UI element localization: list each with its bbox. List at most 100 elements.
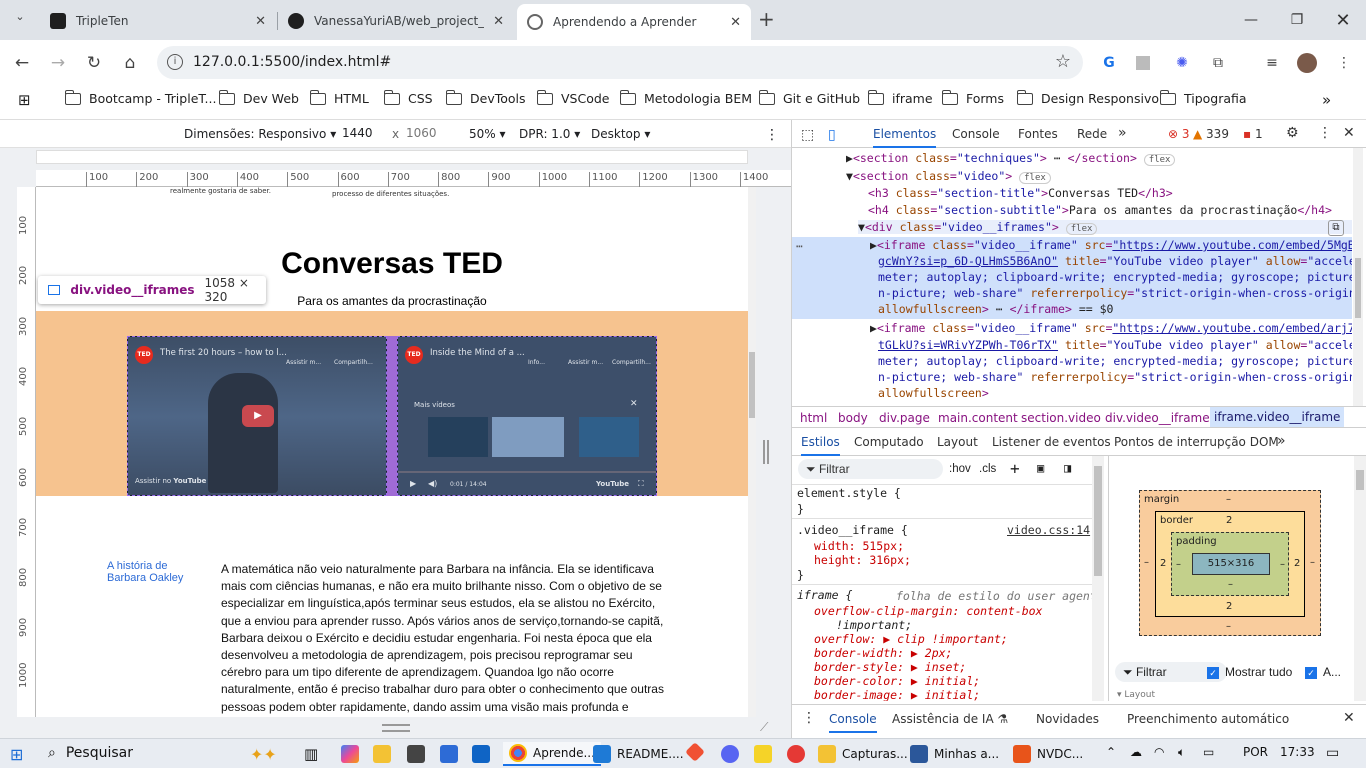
suggested-video-thumb[interactable] bbox=[579, 417, 639, 457]
rule-source-link[interactable]: video.css:14 bbox=[1007, 523, 1090, 537]
tab-rede[interactable]: Rede bbox=[1077, 127, 1107, 141]
extension-icon[interactable] bbox=[1136, 56, 1150, 70]
warnings-badge[interactable]: ▲ 339 bbox=[1193, 127, 1229, 141]
selected-node[interactable]: ⋯ ▶<iframe class="video__iframe" src="ht… bbox=[792, 237, 1352, 319]
bookmark-item[interactable]: Git e GitHub bbox=[758, 89, 860, 106]
width-input[interactable]: 1440 bbox=[338, 125, 388, 143]
taskbar-chrome[interactable]: Aprende... bbox=[503, 742, 601, 766]
taskbar-nvdc[interactable]: NVDC... bbox=[1013, 745, 1083, 763]
windows-start-icon[interactable]: ⊞ bbox=[10, 745, 23, 764]
taskbar-vscode[interactable]: README.... bbox=[593, 745, 684, 763]
close-drawer-icon[interactable]: ✕ bbox=[1343, 710, 1355, 726]
style-prop[interactable]: height: 316px; bbox=[814, 553, 911, 567]
tab-search-icon[interactable]: ⌄ bbox=[8, 10, 32, 30]
sticky-icon[interactable] bbox=[754, 745, 778, 763]
notifications-icon[interactable]: ▭ bbox=[1326, 745, 1339, 761]
close-window-icon[interactable]: ✕ bbox=[1320, 6, 1366, 34]
menu-icon[interactable]: ⋮ bbox=[1334, 53, 1354, 73]
computed-scrollbar[interactable] bbox=[1354, 456, 1366, 701]
zoom-select[interactable]: 50% ▾ bbox=[469, 127, 506, 141]
video-title[interactable]: The first 20 hours – how to l... bbox=[160, 348, 287, 358]
media-icon[interactable]: ≡ bbox=[1262, 53, 1282, 73]
height-input[interactable]: 1060 bbox=[402, 125, 450, 143]
tab-layout[interactable]: Layout bbox=[937, 435, 978, 449]
url-text[interactable]: 127.0.0.1:5500/index.html# bbox=[193, 54, 391, 70]
minimize-icon[interactable]: — bbox=[1228, 6, 1274, 34]
site-info-icon[interactable]: i bbox=[167, 54, 183, 70]
video-iframe-1[interactable]: TED The first 20 hours – how to l... Ass… bbox=[127, 336, 387, 496]
volume-icon[interactable]: ◀) bbox=[428, 479, 437, 488]
avatar[interactable] bbox=[1297, 53, 1317, 73]
cls-toggle[interactable]: .cls bbox=[979, 463, 996, 475]
bookmark-item[interactable]: Dev Web bbox=[218, 89, 299, 106]
apps-grid-icon[interactable]: ⊞ bbox=[18, 91, 31, 109]
bookmark-item[interactable]: iframe bbox=[867, 89, 933, 106]
language-indicator[interactable]: POR bbox=[1243, 745, 1268, 759]
restore-icon[interactable]: ❐ bbox=[1274, 6, 1320, 34]
group-checkbox[interactable]: ✓ A... bbox=[1305, 665, 1341, 679]
dom-node[interactable]: ▶<iframe class="video__iframe" src="http… bbox=[870, 321, 1352, 335]
extensions-puzzle-icon[interactable]: ⧉ bbox=[1208, 53, 1228, 73]
styles-filter-input[interactable]: ⏷ Filtrar bbox=[798, 459, 943, 479]
battery-icon[interactable]: ▭ bbox=[1203, 745, 1214, 759]
bookmark-item[interactable]: VSCode bbox=[536, 89, 610, 106]
add-rule-icon[interactable]: + bbox=[1010, 459, 1020, 478]
breadcrumb-item[interactable]: main.content bbox=[938, 411, 1018, 425]
tab-computado[interactable]: Computado bbox=[854, 435, 924, 449]
tab-github[interactable]: VanessaYuriAB/web_project_co ✕ bbox=[278, 6, 514, 36]
wifi-icon[interactable]: ◠ bbox=[1154, 745, 1164, 759]
tab-console[interactable]: Console bbox=[952, 127, 1000, 141]
dom-node[interactable]: <h4 class="section-subtitle">Para os ama… bbox=[868, 203, 1332, 217]
bookmark-item[interactable]: Metodologia BEM bbox=[619, 89, 752, 106]
discord-icon[interactable] bbox=[721, 745, 745, 763]
youtube-app-icon[interactable] bbox=[787, 745, 811, 763]
suggested-video-thumb[interactable] bbox=[428, 417, 488, 457]
resize-handle-right[interactable] bbox=[763, 440, 769, 464]
progress-bar[interactable] bbox=[398, 471, 656, 473]
bookmark-item[interactable]: Tipografia bbox=[1159, 89, 1247, 106]
home-icon[interactable]: ⌂ bbox=[118, 51, 142, 75]
more-tabs-icon[interactable]: » bbox=[1118, 125, 1127, 141]
translate-icon[interactable]: G bbox=[1099, 53, 1119, 73]
fullscreen-icon[interactable]: ⛶ bbox=[638, 479, 644, 489]
close-tab-icon[interactable]: ✕ bbox=[493, 14, 504, 29]
tab-dom-breakpoints[interactable]: Pontos de interrupção DOM bbox=[1114, 435, 1279, 449]
back-icon[interactable]: ← bbox=[10, 51, 34, 75]
share-label[interactable]: Compartilh... bbox=[334, 359, 373, 366]
taskbar-capturas[interactable]: Capturas... bbox=[818, 745, 908, 763]
dpr-select[interactable]: DPR: 1.0 ▾ bbox=[519, 127, 580, 141]
bookmark-item[interactable]: CSS bbox=[383, 89, 433, 106]
drawer-tab-ai[interactable]: Assistência de IA ⚗ bbox=[892, 712, 1008, 726]
tab-estilos[interactable]: Estilos bbox=[801, 435, 840, 456]
bookmark-item[interactable]: HTML bbox=[309, 89, 369, 106]
breadcrumb-item[interactable]: body bbox=[838, 411, 868, 425]
bookmarks-more-icon[interactable]: » bbox=[1322, 91, 1331, 109]
breadcrumb-item[interactable]: html bbox=[800, 411, 827, 425]
resize-handle-bottom[interactable] bbox=[382, 724, 410, 732]
info-label[interactable]: Info... bbox=[528, 359, 545, 366]
rule-selector[interactable]: iframe { bbox=[797, 588, 852, 602]
youtube-logo[interactable]: YouTube bbox=[596, 480, 629, 488]
copy-node-icon[interactable]: ⧉ bbox=[1328, 220, 1344, 236]
bookmark-star-icon[interactable]: ☆ bbox=[1055, 51, 1071, 72]
clock[interactable]: 17:33 bbox=[1280, 745, 1315, 759]
bookmark-item[interactable]: DevTools bbox=[445, 89, 526, 106]
taskbar-word[interactable]: Minhas a... bbox=[910, 745, 999, 763]
paint-icon[interactable]: ▣ bbox=[1037, 461, 1044, 475]
style-prop[interactable]: overflow-clip-margin: content-box bbox=[814, 604, 1042, 618]
device-toggle-icon[interactable]: ▯ bbox=[828, 127, 836, 143]
errors-badge[interactable]: ⊗ 3 bbox=[1168, 127, 1190, 141]
mode-select[interactable]: Desktop ▾ bbox=[591, 127, 650, 141]
node-actions-icon[interactable]: ⋯ bbox=[796, 239, 803, 253]
play-icon[interactable]: ▶ bbox=[410, 479, 416, 488]
suggested-video-thumb[interactable] bbox=[492, 417, 564, 457]
rule-selector[interactable]: element.style { bbox=[797, 486, 901, 500]
watch-on-label[interactable]: Assistir no YouTube bbox=[135, 477, 206, 485]
more-tabs-icon[interactable]: » bbox=[1277, 433, 1286, 449]
copilot-sparkle-icon[interactable]: ✦✦ bbox=[250, 745, 277, 764]
git-icon[interactable] bbox=[685, 742, 708, 762]
dimensions-select[interactable]: Dimensões: Responsivo ▾ bbox=[184, 127, 336, 141]
cloud-icon[interactable]: ☁ bbox=[1130, 745, 1142, 759]
resize-corner-icon[interactable]: ⟋ bbox=[760, 720, 768, 735]
more-options-icon[interactable]: ⋮ bbox=[765, 127, 779, 143]
